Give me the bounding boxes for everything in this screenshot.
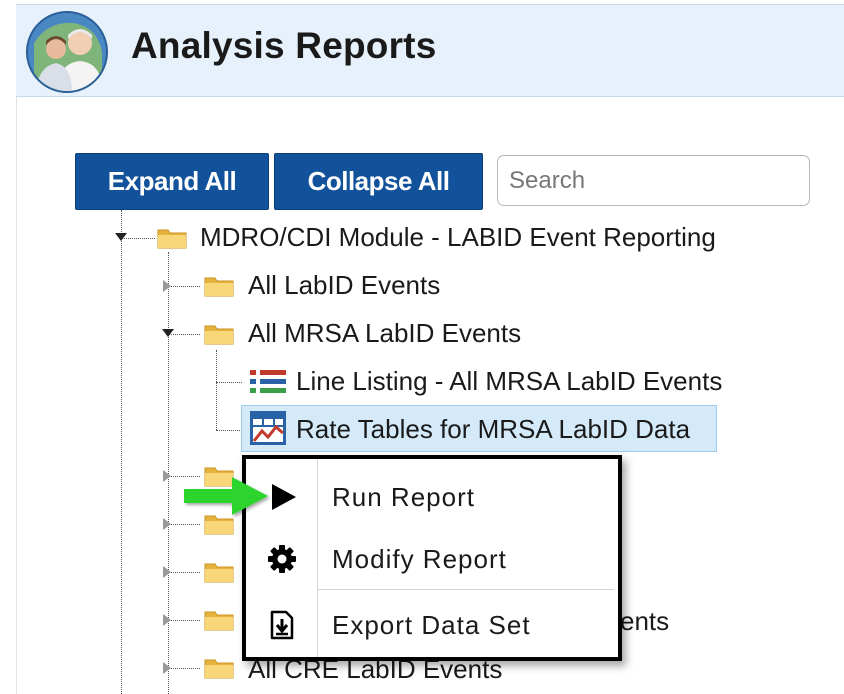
avatar — [26, 11, 108, 93]
search-input[interactable] — [497, 155, 810, 206]
context-menu: Run Report Modify Report Export Data Set — [242, 455, 622, 661]
tree-connector — [168, 572, 200, 573]
tree-connector — [216, 382, 242, 383]
menu-divider — [318, 589, 614, 590]
tree-node-mdro-cdi-module[interactable]: MDRO/CDI Module - LABID Event Reporting — [200, 222, 716, 253]
folder-icon — [157, 229, 187, 249]
expand-toggle-icon[interactable] — [163, 614, 171, 626]
expand-toggle-icon[interactable] — [115, 233, 127, 241]
menu-item-export-data-set[interactable]: Export Data Set — [246, 595, 618, 655]
expand-toggle-icon[interactable] — [163, 566, 171, 578]
tree-connector — [168, 620, 200, 621]
tree-node-all-mrsa-labid-events[interactable]: All MRSA LabID Events — [248, 318, 521, 349]
line-listing-icon — [250, 370, 286, 393]
tree-node-partial-label[interactable]: ents — [620, 606, 669, 637]
menu-item-modify-report[interactable]: Modify Report — [246, 529, 618, 589]
tree-connector — [216, 350, 217, 430]
tree-connector — [168, 524, 200, 525]
expand-all-button[interactable]: Expand All — [75, 153, 269, 210]
folder-icon — [204, 659, 234, 679]
tree-node-all-labid-events[interactable]: All LabID Events — [248, 270, 440, 301]
tree-connector — [168, 668, 200, 669]
tree-report-rate-tables[interactable]: Rate Tables for MRSA LabID Data — [296, 414, 690, 445]
callout-arrow-icon — [184, 477, 268, 515]
expand-toggle-icon[interactable] — [163, 518, 171, 530]
folder-icon — [204, 277, 234, 297]
expand-toggle-icon[interactable] — [163, 470, 171, 482]
tree-connector — [216, 430, 242, 431]
export-icon — [270, 610, 294, 640]
page-title: Analysis Reports — [131, 25, 437, 66]
menu-item-run-report[interactable]: Run Report — [246, 467, 618, 527]
folder-icon — [204, 611, 234, 631]
expand-toggle-icon[interactable] — [163, 662, 171, 674]
gear-icon — [268, 545, 296, 573]
folder-icon — [204, 325, 234, 345]
menu-item-label: Modify Report — [332, 544, 507, 574]
folder-icon — [204, 563, 234, 583]
page-left-border — [16, 95, 17, 694]
collapse-all-button[interactable]: Collapse All — [274, 153, 483, 210]
collapse-toggle-icon[interactable] — [162, 329, 174, 337]
menu-item-label: Run Report — [332, 482, 475, 512]
tree-connector — [168, 286, 200, 287]
page-header: Analysis Reports — [16, 4, 844, 97]
tree-connector — [121, 210, 122, 694]
menu-item-label: Export Data Set — [332, 610, 531, 640]
expand-toggle-icon[interactable] — [163, 280, 171, 292]
tree-report-line-listing[interactable]: Line Listing - All MRSA LabID Events — [296, 366, 722, 397]
rate-table-icon — [250, 411, 286, 445]
